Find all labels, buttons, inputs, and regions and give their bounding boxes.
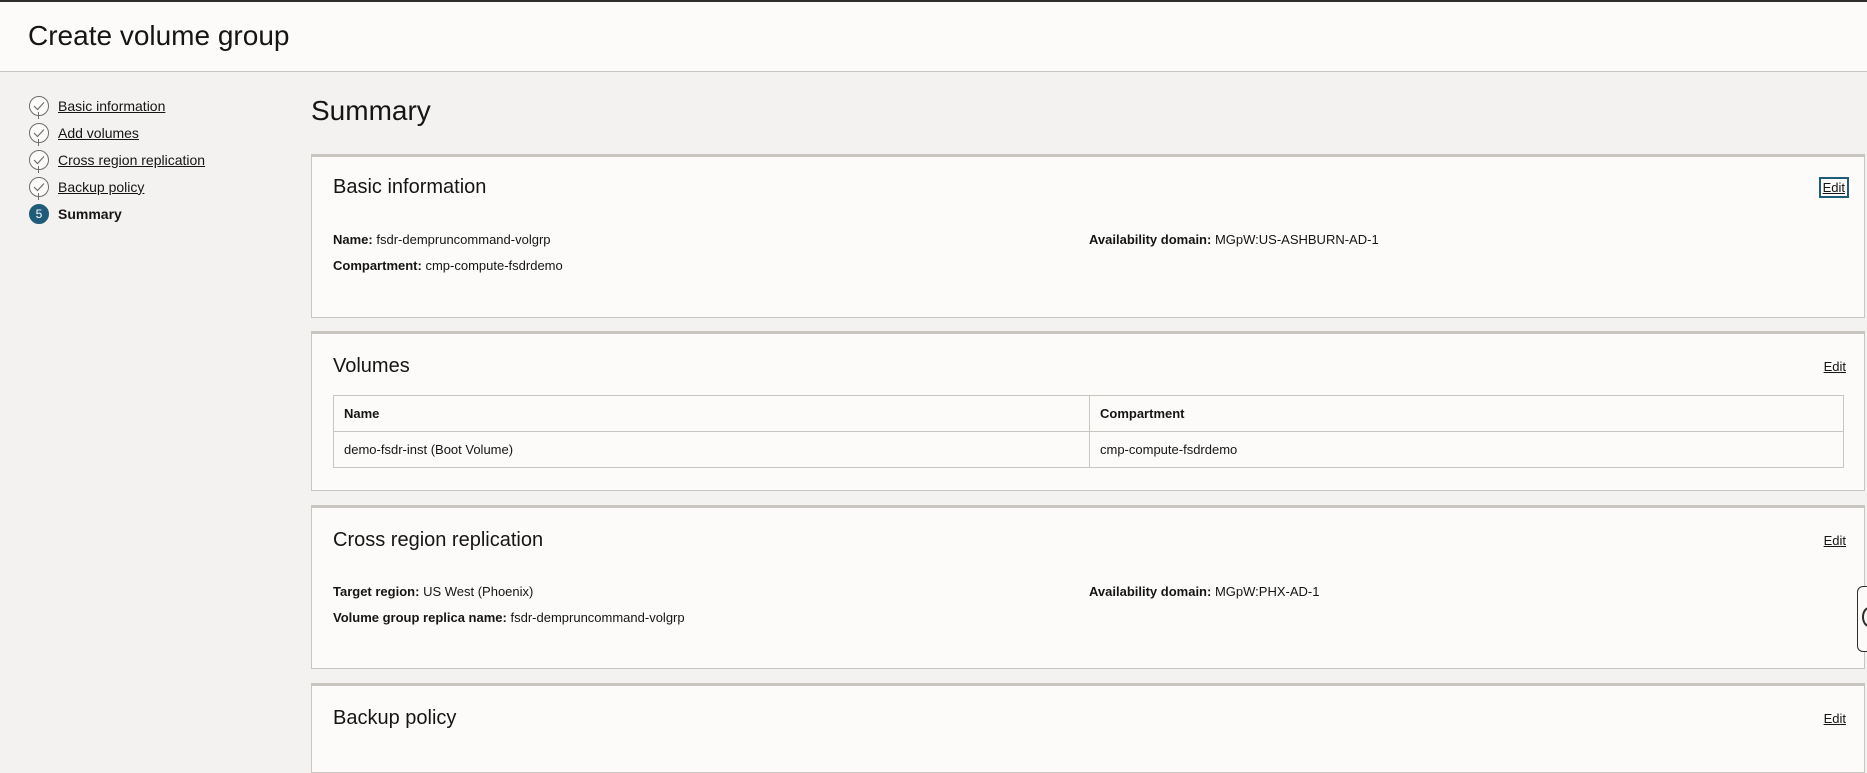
- step-label[interactable]: Cross region replication: [58, 152, 205, 168]
- help-icon: [1862, 607, 1867, 627]
- volume-compartment-cell: cmp-compute-fsdrdemo: [1089, 431, 1844, 468]
- card-title: Backup policy: [333, 707, 457, 729]
- availability-domain-field: Availability domain: MGpW:PHX-AD-1: [1089, 584, 1319, 599]
- page-header: Create volume group: [0, 2, 1867, 72]
- table-row: demo-fsdr-inst (Boot Volume) cmp-compute…: [333, 431, 1844, 468]
- volumes-table: Name Compartment demo-fsdr-inst (Boot Vo…: [333, 395, 1844, 468]
- step-number-badge: 5: [29, 203, 49, 224]
- check-circle-icon: [29, 176, 49, 197]
- column-header-name: Name: [333, 395, 1090, 432]
- field-value: MGpW:US-ASHBURN-AD-1: [1214, 232, 1379, 247]
- field-label: Availability domain:: [1089, 584, 1212, 599]
- field-value: MGpW:PHX-AD-1: [1214, 584, 1320, 599]
- step-basic-information[interactable]: Basic information: [29, 92, 279, 119]
- field-label: Target region:: [333, 584, 420, 599]
- volumes-card: Volumes Edit Name Compartment demo-fsdr-…: [311, 331, 1865, 491]
- step-label[interactable]: Basic information: [58, 98, 165, 114]
- card-title: Cross region replication: [333, 529, 544, 551]
- field-label: Name:: [333, 232, 373, 247]
- compartment-field: Compartment: cmp-compute-fsdrdemo: [333, 258, 563, 273]
- step-summary[interactable]: 5 Summary: [29, 200, 279, 227]
- field-value: fsdr-dempruncommand-volgrp: [376, 232, 551, 247]
- field-label: Availability domain:: [1089, 232, 1212, 247]
- step-connector: [38, 193, 39, 200]
- step-add-volumes[interactable]: Add volumes: [29, 119, 279, 146]
- step-cross-region-replication[interactable]: Cross region replication: [29, 146, 279, 173]
- step-label: Summary: [58, 205, 122, 222]
- step-connector: [38, 166, 39, 173]
- edit-backup-policy-link[interactable]: Edit: [1824, 711, 1846, 726]
- step-label[interactable]: Backup policy: [58, 179, 144, 195]
- step-label[interactable]: Add volumes: [58, 125, 139, 141]
- field-value: US West (Phoenix): [423, 584, 534, 599]
- edit-volumes-link[interactable]: Edit: [1824, 359, 1846, 374]
- table-header-row: Name Compartment: [333, 395, 1844, 432]
- section-title: Summary: [311, 95, 431, 126]
- replica-name-field: Volume group replica name: fsdr-demprunc…: [333, 610, 685, 625]
- step-connector: [38, 139, 39, 146]
- field-label: Compartment:: [333, 258, 422, 273]
- availability-domain-field: Availability domain: MGpW:US-ASHBURN-AD-…: [1089, 232, 1379, 247]
- column-header-compartment: Compartment: [1089, 395, 1844, 432]
- wizard-steps: Basic information Add volumes Cross regi…: [29, 92, 279, 227]
- basic-information-card: Basic information Edit Name: fsdr-dempru…: [311, 154, 1865, 318]
- step-backup-policy[interactable]: Backup policy: [29, 173, 279, 200]
- target-region-field: Target region: US West (Phoenix): [333, 584, 533, 599]
- name-field: Name: fsdr-dempruncommand-volgrp: [333, 232, 551, 247]
- card-title: Basic information: [333, 176, 487, 198]
- volume-name-cell: demo-fsdr-inst (Boot Volume): [333, 431, 1090, 468]
- cross-region-replication-card: Cross region replication Edit Target reg…: [311, 505, 1865, 669]
- check-circle-icon: [29, 95, 49, 116]
- check-circle-icon: [29, 122, 49, 143]
- help-tab[interactable]: [1857, 586, 1867, 652]
- field-value: fsdr-dempruncommand-volgrp: [510, 610, 685, 625]
- backup-policy-card: Backup policy Edit: [311, 683, 1865, 773]
- page-title: Create volume group: [28, 20, 290, 51]
- card-title: Volumes: [333, 355, 410, 377]
- edit-cross-region-replication-link[interactable]: Edit: [1824, 533, 1846, 548]
- check-circle-icon: [29, 149, 49, 170]
- edit-basic-information-link[interactable]: Edit: [1818, 177, 1850, 198]
- step-connector: [38, 112, 39, 119]
- field-label: Volume group replica name:: [333, 610, 507, 625]
- field-value: cmp-compute-fsdrdemo: [425, 258, 563, 273]
